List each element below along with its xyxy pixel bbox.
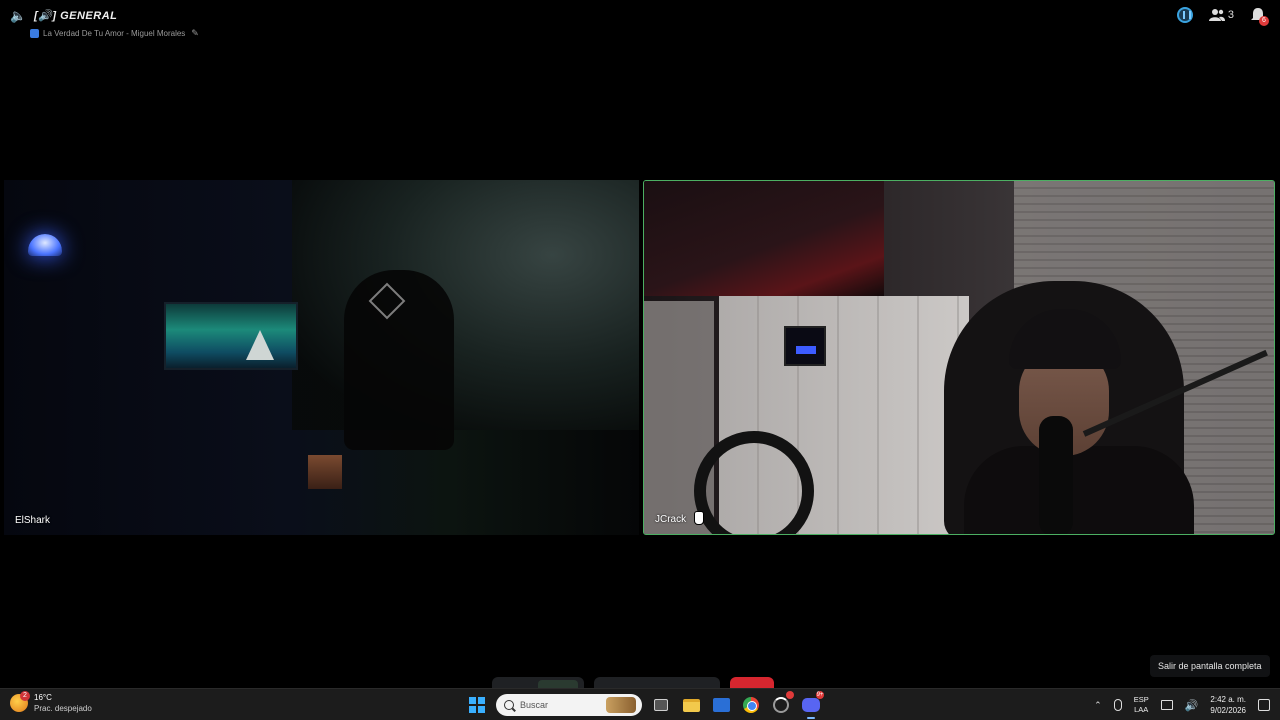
- search-placeholder: Buscar: [520, 700, 549, 710]
- chrome-icon: [743, 697, 759, 713]
- language-code: ESP: [1133, 695, 1149, 704]
- search-icon: [504, 700, 514, 710]
- share-activity-control[interactable]: [594, 677, 720, 688]
- task-view-button[interactable]: [650, 694, 672, 716]
- discord-badge: 9+: [816, 691, 824, 699]
- discord-icon: [802, 698, 820, 712]
- weather-temperature: 16°C: [34, 693, 52, 702]
- weather-sun-icon: 2: [10, 691, 30, 712]
- weather-description: Prac. despejado: [34, 704, 92, 713]
- file-explorer-button[interactable]: [680, 694, 702, 716]
- speaker-icon: 🔈: [10, 8, 27, 23]
- participant-name: ElShark: [15, 515, 51, 526]
- clock[interactable]: 2:42 a. m. 9/02/2026: [1210, 694, 1246, 716]
- mail-button[interactable]: [710, 694, 732, 716]
- channel-name[interactable]: [🔊] GENERAL: [34, 9, 117, 22]
- mic-camera-control[interactable]: [492, 677, 584, 688]
- weather-widget[interactable]: 2 16°C Prac. despejado: [10, 691, 92, 714]
- tile-sign: [644, 181, 884, 296]
- microphone-icon[interactable]: [1113, 699, 1122, 711]
- discord-call-window: 🔈 [🔊] GENERAL La Verdad De Tu Amor - Mig…: [0, 0, 1280, 688]
- language-indicator[interactable]: ESP LAA: [1134, 695, 1149, 715]
- video-tile-jcrack[interactable]: JCrack: [643, 180, 1275, 535]
- start-button[interactable]: [466, 694, 488, 716]
- task-view-icon: [654, 699, 668, 711]
- clock-date: 9/02/2026: [1210, 706, 1246, 715]
- channel-status-text: La Verdad De Tu Amor - Miguel Morales: [43, 28, 186, 38]
- participant-name: JCrack: [655, 514, 687, 525]
- tile-monitor: [164, 302, 298, 370]
- call-controls: [492, 677, 774, 688]
- keyboard-layout: LAA: [1134, 705, 1149, 714]
- tile-emote: [308, 455, 342, 489]
- windows-taskbar: 2 16°C Prac. despejado Buscar 9+ ⌃ ESP L…: [0, 688, 1280, 720]
- tile-tent: [246, 330, 274, 360]
- system-tray: ⌃ ESP LAA 🔊 2:42 a. m. 9/02/2026: [1094, 692, 1270, 718]
- tile-screen-text: [796, 346, 816, 354]
- exit-fullscreen-tooltip: Salir de pantalla completa: [1150, 655, 1270, 677]
- participants-count: 3: [1227, 9, 1234, 21]
- active-indicator: [807, 717, 815, 719]
- pointer-hand-icon: [694, 511, 704, 525]
- notifications-icon[interactable]: [1258, 699, 1270, 711]
- taskbar-apps: Buscar 9+: [466, 691, 824, 719]
- pencil-icon[interactable]: ✎: [191, 28, 199, 39]
- header-actions: 3 6: [1176, 7, 1269, 26]
- leave-call-button[interactable]: [730, 677, 774, 688]
- network-icon[interactable]: [1160, 700, 1173, 710]
- tile-lamp: [28, 234, 62, 256]
- mail-icon: [712, 698, 730, 712]
- call-header: 🔈 [🔊] GENERAL La Verdad De Tu Amor - Mig…: [0, 0, 1280, 42]
- clock-time: 2:42 a. m.: [1210, 695, 1246, 704]
- tile-microphone: [1039, 416, 1073, 534]
- status-app-icon: [30, 28, 39, 38]
- chrome-button[interactable]: [740, 694, 762, 716]
- taskbar-search[interactable]: Buscar: [496, 694, 642, 716]
- inbox-badge: 6: [1259, 16, 1269, 26]
- app-badge: [786, 691, 794, 699]
- app-button[interactable]: [770, 691, 794, 716]
- tile-person-body: [964, 446, 1194, 534]
- search-highlight-image: [606, 697, 636, 713]
- activity-icon[interactable]: [1176, 7, 1193, 23]
- weather-badge: 2: [20, 691, 30, 701]
- video-tile-elshark[interactable]: ElShark: [4, 180, 639, 535]
- participants-button[interactable]: 3: [1208, 8, 1234, 22]
- channel-status[interactable]: La Verdad De Tu Amor - Miguel Morales ✎: [30, 27, 199, 39]
- volume-icon[interactable]: 🔊: [1185, 699, 1199, 712]
- refresh-app-icon: [773, 697, 789, 713]
- people-icon: [1208, 9, 1225, 21]
- windows-logo-icon: [469, 697, 485, 713]
- inbox-icon[interactable]: 6: [1250, 7, 1269, 26]
- discord-button[interactable]: 9+: [800, 691, 824, 719]
- chevron-up-icon[interactable]: ⌃: [1094, 700, 1102, 711]
- folder-icon: [682, 698, 700, 712]
